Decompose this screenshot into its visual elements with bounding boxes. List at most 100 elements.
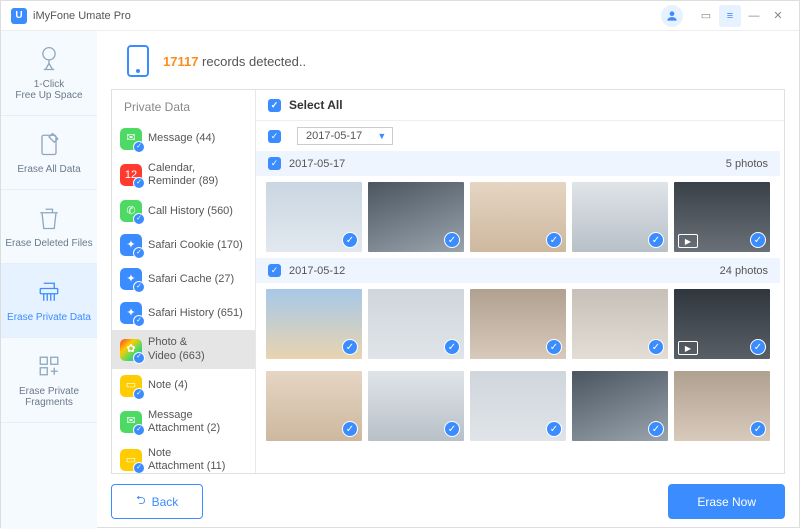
photo-thumbnail[interactable]: ✓: [266, 289, 362, 359]
sidebar-item-freeup[interactable]: 1-Click Free Up Space: [1, 31, 97, 116]
category-icon: ▭: [120, 375, 142, 397]
group-count: 5 photos: [726, 158, 768, 170]
category-label: Message Attachment (2): [148, 409, 220, 435]
minimize-icon[interactable]: —: [743, 5, 765, 27]
checkbox-icon[interactable]: ✓: [268, 157, 281, 170]
photo-thumbnail[interactable]: ✓: [368, 182, 464, 252]
group-count: 24 photos: [720, 265, 768, 277]
category-icon: ✦: [120, 268, 142, 290]
thumbnail-check-icon[interactable]: ✓: [444, 421, 460, 437]
sidebar-item-erasedeleted[interactable]: Erase Deleted Files: [1, 190, 97, 264]
app-title: iMyFone Umate Pro: [33, 10, 131, 22]
photo-thumbnail[interactable]: ✓: [470, 371, 566, 441]
photo-scroll-area[interactable]: ✓2017-05-175 photos✓✓✓✓▶✓✓2017-05-1224 p…: [256, 151, 784, 473]
sidebar-item-label: Erase Private Fragments: [5, 386, 93, 408]
category-icon: 12: [120, 164, 142, 186]
photo-thumbnail[interactable]: ✓: [674, 371, 770, 441]
trash-icon: [5, 204, 93, 232]
back-button[interactable]: ⮌ Back: [111, 484, 203, 519]
sidebar-item-eraseall[interactable]: Erase All Data: [1, 116, 97, 190]
photo-thumbnail[interactable]: ✓: [470, 182, 566, 252]
category-icon: ✉: [120, 411, 142, 433]
category-item[interactable]: ✦ Safari Cache (27): [112, 262, 255, 296]
thumbnail-check-icon[interactable]: ✓: [546, 421, 562, 437]
category-label: Safari Cookie (170): [148, 239, 243, 252]
sidebar-item-label: Erase All Data: [5, 164, 93, 175]
category-label: Safari Cache (27): [148, 273, 234, 286]
category-label: Note Attachment (11): [148, 447, 225, 473]
back-arrow-icon: ⮌: [136, 491, 146, 512]
category-item[interactable]: ✿ Photo & Video (663): [112, 330, 255, 368]
thumbnail-check-icon[interactable]: ✓: [546, 232, 562, 248]
category-item[interactable]: ✦ Safari Cookie (170): [112, 228, 255, 262]
sidebar-item-label: Erase Deleted Files: [5, 238, 93, 249]
apps-icon: [5, 352, 93, 380]
chevron-down-icon: ▼: [377, 131, 386, 141]
category-icon: ▭: [120, 449, 142, 471]
sidebar-item-eraseprivate[interactable]: Erase Private Data: [1, 264, 97, 338]
photo-thumbnail[interactable]: ✓: [266, 182, 362, 252]
photo-thumbnail[interactable]: ✓: [266, 371, 362, 441]
shredder-icon: [5, 278, 93, 306]
date-select-value: 2017-05-17: [306, 130, 362, 142]
photo-thumbnail[interactable]: ▶✓: [674, 182, 770, 252]
category-list: Private Data ✉Message (44)12Calendar, Re…: [112, 90, 256, 473]
photo-thumbnail[interactable]: ✓: [470, 289, 566, 359]
category-item[interactable]: ✉ Message Attachment (2): [112, 403, 255, 441]
records-count: 17117: [163, 54, 198, 69]
category-item[interactable]: 12Calendar, Reminder (89): [112, 156, 255, 194]
thumbnail-check-icon[interactable]: ✓: [342, 421, 358, 437]
category-icon: ✿: [120, 339, 142, 361]
category-icon: ✉: [120, 128, 142, 150]
thumbnail-check-icon[interactable]: ✓: [648, 339, 664, 355]
thumbnail-check-icon[interactable]: ✓: [750, 232, 766, 248]
photo-thumbnail[interactable]: ✓: [572, 182, 668, 252]
category-item[interactable]: ✉Message (44): [112, 122, 255, 156]
thumbnail-check-icon[interactable]: ✓: [444, 339, 460, 355]
category-label: Call History (560): [148, 205, 233, 218]
photo-thumbnail[interactable]: ✓: [572, 289, 668, 359]
date-group-header[interactable]: ✓2017-05-1224 photos: [256, 258, 780, 283]
photo-thumbnail[interactable]: ✓: [368, 371, 464, 441]
select-all-label: Select All: [289, 98, 343, 112]
titlebar: U iMyFone Umate Pro ▭ ≡ — ✕: [1, 1, 799, 31]
sidebar: 1-Click Free Up Space Erase All Data Era…: [1, 31, 97, 529]
checkbox-icon[interactable]: ✓: [268, 264, 281, 277]
thumbnail-check-icon[interactable]: ✓: [444, 232, 460, 248]
category-label: Photo & Video (663): [148, 336, 205, 362]
thumbnail-check-icon[interactable]: ✓: [342, 232, 358, 248]
category-item[interactable]: ✦Safari History (651): [112, 296, 255, 330]
category-item[interactable]: ▭ Note Attachment (11): [112, 441, 255, 473]
checkbox-icon[interactable]: ✓: [268, 130, 281, 143]
close-icon[interactable]: ✕: [767, 5, 789, 27]
feedback-icon[interactable]: ▭: [695, 5, 717, 27]
category-icon: ✆: [120, 200, 142, 222]
thumbnail-check-icon[interactable]: ✓: [342, 339, 358, 355]
checkbox-icon[interactable]: ✓: [268, 99, 281, 112]
photo-thumbnail[interactable]: ▶✓: [674, 289, 770, 359]
select-all-row[interactable]: ✓ Select All: [256, 90, 784, 121]
thumbnail-check-icon[interactable]: ✓: [750, 339, 766, 355]
photo-thumbnail[interactable]: ✓: [368, 289, 464, 359]
user-avatar[interactable]: [661, 5, 683, 27]
erase-now-button[interactable]: Erase Now: [668, 484, 785, 519]
category-item[interactable]: ✆ Call History (560): [112, 194, 255, 228]
sidebar-item-erasefragments[interactable]: Erase Private Fragments: [1, 338, 97, 423]
category-item[interactable]: ▭ Note (4): [112, 369, 255, 403]
menu-icon[interactable]: ≡: [719, 5, 741, 27]
category-label: Safari History (651): [148, 307, 243, 320]
thumbnail-check-icon[interactable]: ✓: [648, 232, 664, 248]
thumbnail-check-icon[interactable]: ✓: [546, 339, 562, 355]
date-group-header[interactable]: ✓2017-05-175 photos: [256, 151, 780, 176]
thumbnail-check-icon[interactable]: ✓: [750, 421, 766, 437]
category-label: Note (4): [148, 379, 188, 392]
sidebar-item-label: Erase Private Data: [5, 312, 93, 323]
eraser-icon: [5, 130, 93, 158]
back-label: Back: [152, 495, 179, 509]
phone-icon: [127, 45, 149, 77]
date-select[interactable]: 2017-05-17 ▼: [297, 127, 393, 145]
date-filter-row: ✓ 2017-05-17 ▼: [256, 121, 784, 151]
photo-thumbnail[interactable]: ✓: [572, 371, 668, 441]
category-icon: ✦: [120, 234, 142, 256]
thumbnail-check-icon[interactable]: ✓: [648, 421, 664, 437]
